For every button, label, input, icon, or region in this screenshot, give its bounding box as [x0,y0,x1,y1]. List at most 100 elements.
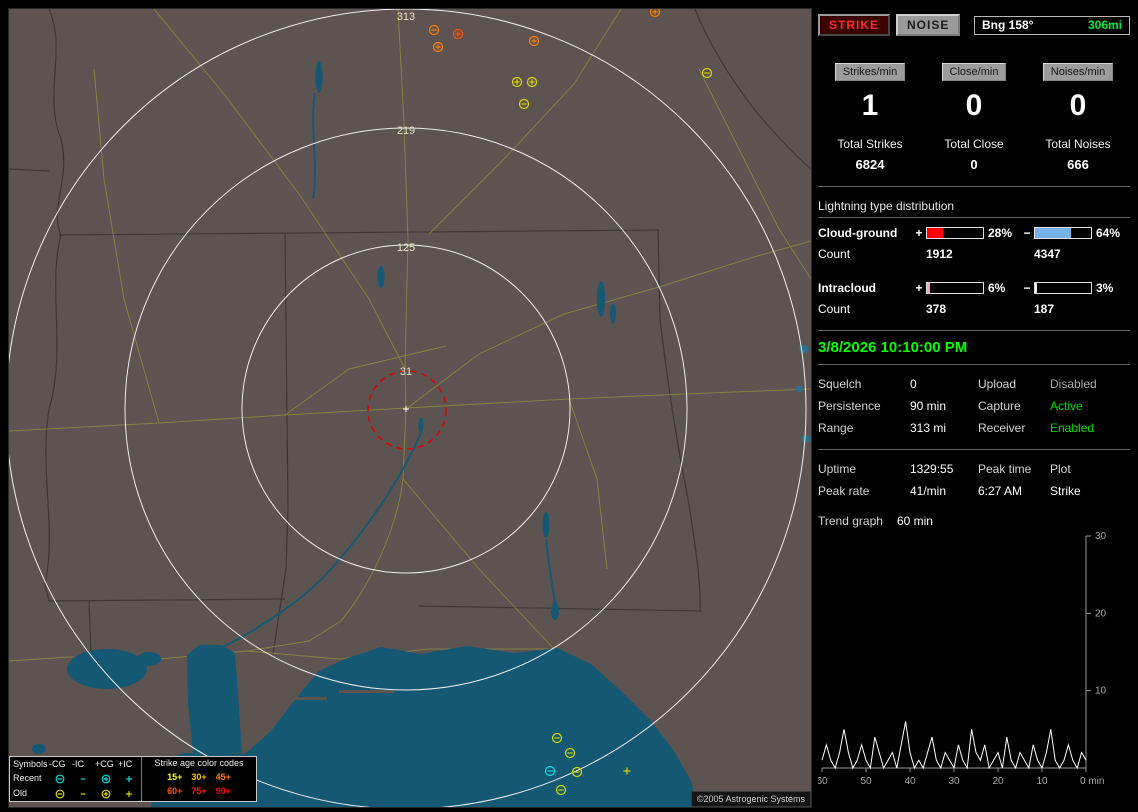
peak-time-value: 6:27 AM [978,484,1050,498]
noise-button[interactable]: NOISE [896,14,960,36]
age-code-45: 45+ [216,771,231,784]
clock-display: 3/8/2026 10:10:00 PM [818,339,1130,356]
cp-legend-symbol [95,773,118,785]
status-table: Squelch 0 Upload Disabled Persistence 90… [818,377,1130,435]
trend-x-tick: 50 [860,776,872,787]
cg-plus-bar [926,227,984,239]
peak-rate-label: Peak rate [818,484,910,498]
m-legend-symbol [72,773,95,785]
cg-count-label: Count [818,247,912,261]
intracloud-label: Intracloud [818,281,912,295]
ic-count-label: Count [818,302,912,316]
trend-line [822,722,1086,768]
p-legend-symbol [118,788,141,800]
legend-old-symbols [49,787,141,801]
trend-window-value: 60 min [897,514,933,528]
legend-symbols-label: Symbols [13,758,49,771]
noises-column: Noises/min 0 Total Noises 666 [1026,62,1130,172]
trend-graph-label: Trend graph [818,514,883,528]
squelch-value: 0 [910,377,978,391]
trend-y-tick: 10 [1095,686,1107,697]
distance-value: 306mi [1088,18,1122,32]
ring-label-31: 31 [400,366,412,378]
trend-x-tick: 10 [1036,776,1048,787]
ring-label-219: 219 [397,125,415,137]
ic-minus-count: 187 [1034,302,1092,316]
plot-value: Strike [1050,484,1130,498]
peak-time-label: Peak time [978,462,1050,476]
plot-label: Plot [1050,462,1130,476]
cp-legend-symbol [95,788,118,800]
cg-plus-count: 1912 [926,247,984,261]
ic-minus-bar [1034,282,1092,294]
plus-sign: + [912,281,926,295]
cloud-ground-label: Cloud-ground [818,226,912,240]
trend-x-tick: 0 min [1080,776,1104,787]
ic-plus-percent: 6% [984,281,1020,295]
cg-minus-count: 4347 [1034,247,1092,261]
capture-value: Active [1050,399,1130,413]
distribution-title: Lightning type distribution [818,199,1130,213]
plus-sign: + [912,226,926,240]
legend-col-ic-neg: -IC [72,758,95,771]
map-svg: 313 219 125 31 [9,9,811,807]
cm-legend-symbol [49,788,72,800]
lightning-monitor-window: 313 219 125 31 Symbols -CG -IC +CG +IC R… [0,0,1138,812]
trend-graph: 6050403020100 min302010 [818,532,1130,792]
persistence-value: 90 min [910,399,978,413]
bearing-display: Bng 158° 306mi [974,16,1130,35]
squelch-label: Squelch [818,377,910,391]
uptime-value: 1329:55 [910,462,978,476]
strikes-column: Strikes/min 1 Total Strikes 6824 [818,62,922,172]
range-value: 313 mi [910,421,978,435]
upload-label: Upload [978,377,1050,391]
ring-label-313: 313 [397,11,415,23]
receiver-value: Enabled [1050,421,1130,435]
trend-y-tick: 20 [1095,608,1107,619]
ic-minus-percent: 3% [1092,281,1124,295]
mode-toolbar: STRIKE NOISE Bng 158° 306mi [818,14,1130,36]
total-close-label: Total Close [922,137,1026,151]
distribution-table: Cloud-ground + 28% − 64% Count 1912 4347… [818,226,1130,316]
close-per-min-button[interactable]: Close/min [942,63,1007,81]
total-strikes-label: Total Strikes [818,137,922,151]
age-code-75: 75+ [191,785,206,798]
divider [818,449,1130,450]
close-per-min-value: 0 [922,89,1026,123]
noises-per-min-button[interactable]: Noises/min [1043,63,1113,81]
minus-sign: − [1020,281,1034,295]
noises-per-min-value: 0 [1026,89,1130,123]
divider [818,330,1130,331]
cg-minus-percent: 64% [1092,226,1124,240]
uptime-label: Uptime [818,462,910,476]
legend-recent-label: Recent [13,772,49,785]
age-code-90: 90+ [216,785,231,798]
cm-legend-symbol [49,773,72,785]
legend-col-ic-pos: +IC [118,758,141,771]
close-column: Close/min 0 Total Close 0 [922,62,1026,172]
rate-panel: Strikes/min 1 Total Strikes 6824 Close/m… [818,62,1130,172]
trend-header: Trend graph 60 min [818,514,1130,528]
lightning-map[interactable]: 313 219 125 31 Symbols -CG -IC +CG +IC R… [8,8,812,808]
cg-plus-percent: 28% [984,226,1020,240]
trend-x-tick: 20 [992,776,1004,787]
upload-value: Disabled [1050,377,1130,391]
age-code-60: 60+ [167,785,182,798]
total-noises-label: Total Noises [1026,137,1130,151]
bearing-value: Bng 158° [982,18,1033,32]
cg-minus-bar [1034,227,1092,239]
range-label: Range [818,421,910,435]
control-panel: STRIKE NOISE Bng 158° 306mi Strikes/min … [818,8,1130,804]
age-code-15: 15+ [167,771,182,784]
persistence-label: Persistence [818,399,910,413]
strike-button[interactable]: STRIKE [818,14,890,36]
total-strikes-value: 6824 [818,157,922,172]
legend-age-row-1: 15+30+45+ [167,770,231,784]
peak-rate-value: 41/min [910,484,978,498]
ring-label-125: 125 [397,242,415,254]
strikes-per-min-button[interactable]: Strikes/min [835,63,905,81]
m-legend-symbol [72,788,95,800]
legend-age-row-2: 60+ 75+ 90+ [167,784,231,798]
receiver-label: Receiver [978,421,1050,435]
legend-col-cg-pos: +CG [95,758,118,771]
